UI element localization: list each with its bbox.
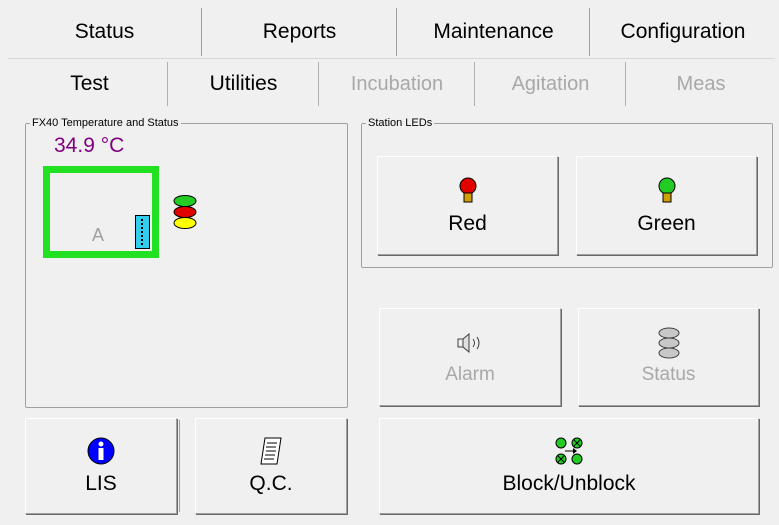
bottom-divider <box>179 420 180 512</box>
sample-slot[interactable]: A <box>43 166 159 258</box>
tab-maintenance[interactable]: Maintenance <box>398 8 590 56</box>
qc-button[interactable]: Q.C. <box>195 418 347 514</box>
tab-reports[interactable]: Reports <box>203 8 397 56</box>
tab-meas[interactable]: Meas <box>627 62 775 106</box>
tab-status[interactable]: Status <box>8 8 202 56</box>
alarm-label: Alarm <box>445 364 495 385</box>
fx40-group-title: FX40 Temperature and Status <box>30 116 181 130</box>
red-led-button[interactable]: Red <box>377 156 558 255</box>
red-led-label: Red <box>448 211 487 235</box>
tab-utilities[interactable]: Utilities <box>169 62 319 106</box>
green-led-label: Green <box>637 211 696 235</box>
speaker-icon <box>456 328 484 358</box>
status-stack-icon <box>657 327 681 359</box>
green-led-icon <box>658 176 676 206</box>
lis-label: LIS <box>85 472 117 495</box>
tube-icon <box>135 215 150 249</box>
temperature-readout: 34.9 °C <box>54 134 125 157</box>
station-leds-title: Station LEDs <box>366 116 435 130</box>
status-light-icon <box>172 194 198 235</box>
status-button[interactable]: Status <box>578 308 759 406</box>
block-unblock-icon <box>554 436 584 466</box>
tab-test[interactable]: Test <box>12 62 168 106</box>
block-unblock-button[interactable]: Block/Unblock <box>379 418 759 514</box>
green-led-button[interactable]: Green <box>576 156 757 255</box>
block-unblock-label: Block/Unblock <box>502 472 636 495</box>
status-label: Status <box>641 364 696 385</box>
alarm-button[interactable]: Alarm <box>379 308 561 406</box>
report-icon <box>259 436 283 466</box>
info-icon <box>86 436 116 466</box>
tab-incubation[interactable]: Incubation <box>320 62 475 106</box>
qc-label: Q.C. <box>249 472 293 495</box>
tab-agitation[interactable]: Agitation <box>476 62 626 106</box>
red-led-icon <box>459 176 477 206</box>
tab-configuration[interactable]: Configuration <box>591 8 775 56</box>
lis-button[interactable]: LIS <box>25 418 177 514</box>
slot-label: A <box>92 225 105 245</box>
